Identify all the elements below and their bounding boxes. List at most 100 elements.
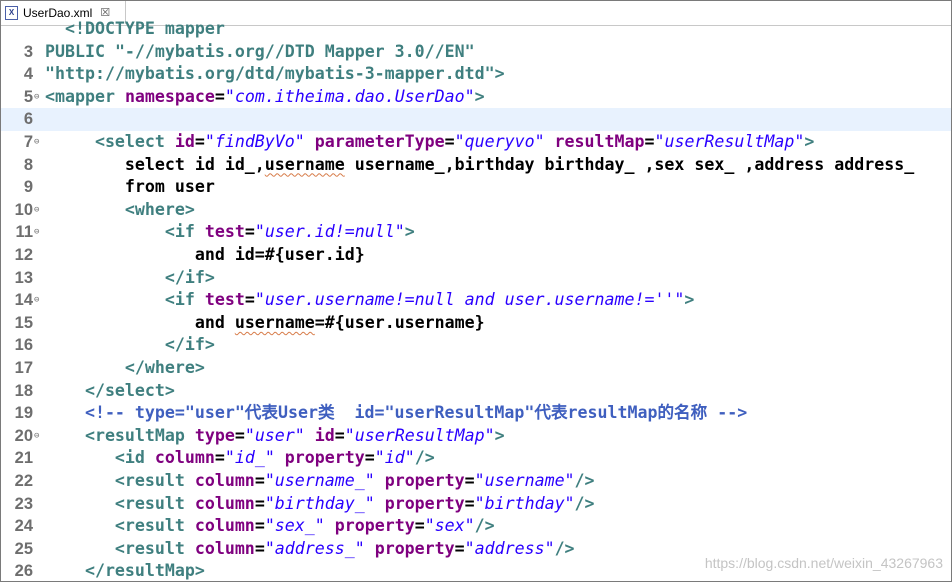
- code-token: "userResultMap": [344, 425, 495, 445]
- code-text: <where>: [45, 199, 195, 222]
- code-token: property: [374, 493, 465, 513]
- code-line[interactable]: 6: [1, 108, 951, 131]
- code-token: />: [414, 448, 435, 468]
- line-number: 11: [15, 223, 33, 242]
- line-number: 8: [23, 155, 33, 174]
- fold-toggle-icon[interactable]: ⊖: [34, 425, 39, 448]
- code-line[interactable]: 12 and id=#{user.id}: [1, 244, 951, 267]
- line-number: 19: [14, 404, 33, 423]
- code-text: "http://mybatis.org/dtd/mybatis-3-mapper…: [45, 63, 505, 86]
- code-line[interactable]: 8 select id id_,username username_,birth…: [1, 154, 951, 177]
- code-token: </if>: [45, 335, 215, 355]
- fold-toggle-icon[interactable]: ⊖: [34, 86, 39, 109]
- fold-toggle-icon[interactable]: ⊖: [34, 289, 39, 312]
- code-token: >: [494, 425, 505, 445]
- code-line[interactable]: 7 ⊖ <select id="findByVo" parameterType="…: [1, 131, 951, 154]
- code-token: "id": [374, 448, 415, 468]
- code-token: "birthday_": [264, 493, 375, 513]
- code-token: "user": [244, 425, 305, 445]
- code-token: <select: [45, 132, 175, 151]
- code-line[interactable]: 18 </select>: [1, 380, 951, 403]
- code-token: <if: [45, 290, 205, 310]
- code-token: =: [214, 86, 225, 106]
- code-line[interactable]: 20 ⊖ <resultMap type="user" id="userResul…: [1, 425, 951, 448]
- code-token: =: [464, 471, 475, 490]
- line-number: 6: [23, 110, 33, 129]
- code-token: id: [174, 132, 195, 151]
- line-number: 26: [14, 562, 33, 581]
- code-token: "-//mybatis.org//DTD Mapper 3.0//EN": [114, 41, 475, 61]
- code-line[interactable]: 13 </if>: [1, 267, 951, 290]
- code-token: =: [244, 290, 255, 310]
- code-token: =: [334, 425, 345, 445]
- code-line[interactable]: 23 <result column="birthday_" property="…: [1, 493, 951, 516]
- code-text: <!DOCTYPE mapper: [45, 18, 225, 41]
- code-token: "user.id!=null": [254, 222, 405, 242]
- code-token: "sex_": [264, 516, 325, 536]
- code-token: "findByVo": [204, 132, 305, 151]
- code-token: =: [454, 538, 465, 558]
- code-token: "user.username!=null and user.username!=…: [254, 290, 685, 310]
- code-token: <resultMap: [45, 425, 195, 445]
- code-token: <result: [45, 471, 195, 490]
- code-token: namespace: [124, 86, 215, 106]
- code-token: </resultMap>: [45, 561, 205, 581]
- code-token: />: [474, 516, 495, 536]
- code-token: =: [254, 471, 265, 490]
- code-line[interactable]: 14 ⊖ <if test="user.username!=null and us…: [1, 289, 951, 312]
- code-token: <result: [45, 538, 195, 558]
- code-line[interactable]: 10 ⊖ <where>: [1, 199, 951, 222]
- code-token: "username_": [264, 471, 375, 490]
- code-line[interactable]: 15 and username=#{user.username}: [1, 312, 951, 335]
- code-token: />: [554, 538, 575, 558]
- line-number: 24: [14, 517, 33, 536]
- code-line[interactable]: 21 <id column="id_" property="id"/>: [1, 447, 951, 470]
- code-token: >: [804, 132, 815, 151]
- code-line[interactable]: 3 PUBLIC "-//mybatis.org//DTD Mapper 3.0/…: [1, 41, 951, 64]
- code-token: </if>: [45, 267, 215, 287]
- code-editor[interactable]: <!DOCTYPE mapper 3 PUBLIC "-//mybatis.org/…: [1, 19, 951, 581]
- code-token: "username": [474, 471, 575, 490]
- code-token: =: [464, 493, 475, 513]
- code-token: <if: [45, 222, 205, 242]
- code-line[interactable]: 16 </if>: [1, 334, 951, 357]
- line-number: 20: [14, 426, 33, 445]
- code-line[interactable]: 17 </where>: [1, 357, 951, 380]
- code-text: <if test="user.username!=null and user.u…: [45, 289, 695, 312]
- code-text: </where>: [45, 357, 205, 380]
- fold-toggle-icon[interactable]: ⊖: [34, 199, 39, 222]
- code-token: from user: [45, 177, 215, 197]
- code-text: </if>: [45, 267, 215, 290]
- code-line[interactable]: 24 <result column="sex_" property="sex"/…: [1, 515, 951, 538]
- code-line[interactable]: 22 <result column="username_" property="…: [1, 470, 951, 493]
- code-token: and: [45, 312, 235, 332]
- editor-window: X UserDao.xml ☒ <!DOCTYPE mapper 3 PUBLIC …: [0, 0, 952, 582]
- line-number: 13: [14, 268, 33, 287]
- code-token: </select>: [45, 380, 175, 400]
- code-line[interactable]: <!DOCTYPE mapper: [1, 18, 951, 41]
- code-token: property: [324, 516, 415, 536]
- line-number: 12: [14, 246, 33, 264]
- code-line[interactable]: 19 <!-- type="user"代表User类 id="userResul…: [1, 402, 951, 425]
- code-text: select id id_,username username_,birthda…: [45, 154, 914, 177]
- code-token: select id id_,: [45, 154, 265, 174]
- line-number: 4: [23, 65, 33, 84]
- line-number: 15: [14, 313, 33, 332]
- line-number: 23: [14, 494, 33, 513]
- line-number: 14: [14, 291, 33, 310]
- code-token: "http://mybatis.org/dtd/mybatis-3-mapper…: [45, 64, 505, 84]
- line-number: 22: [14, 472, 33, 490]
- code-token: <mapper: [45, 86, 125, 106]
- code-line[interactable]: 11 ⊖ <if test="user.id!=null">: [1, 221, 951, 244]
- fold-toggle-icon[interactable]: ⊖: [34, 221, 39, 244]
- fold-toggle-icon[interactable]: ⊖: [34, 131, 39, 154]
- code-token: />: [574, 493, 595, 513]
- code-token: id: [304, 425, 335, 445]
- code-line[interactable]: 9 from user: [1, 176, 951, 199]
- code-text: and username=#{user.username}: [45, 312, 485, 335]
- code-line[interactable]: 5 ⊖ <mapper namespace="com.itheima.dao.Use…: [1, 86, 951, 109]
- line-number: 7: [23, 133, 33, 151]
- code-text: <result column="address_" property="addr…: [45, 538, 575, 561]
- code-text: <if test="user.id!=null">: [45, 221, 415, 244]
- code-line[interactable]: 4 "http://mybatis.org/dtd/mybatis-3-mappe…: [1, 63, 951, 86]
